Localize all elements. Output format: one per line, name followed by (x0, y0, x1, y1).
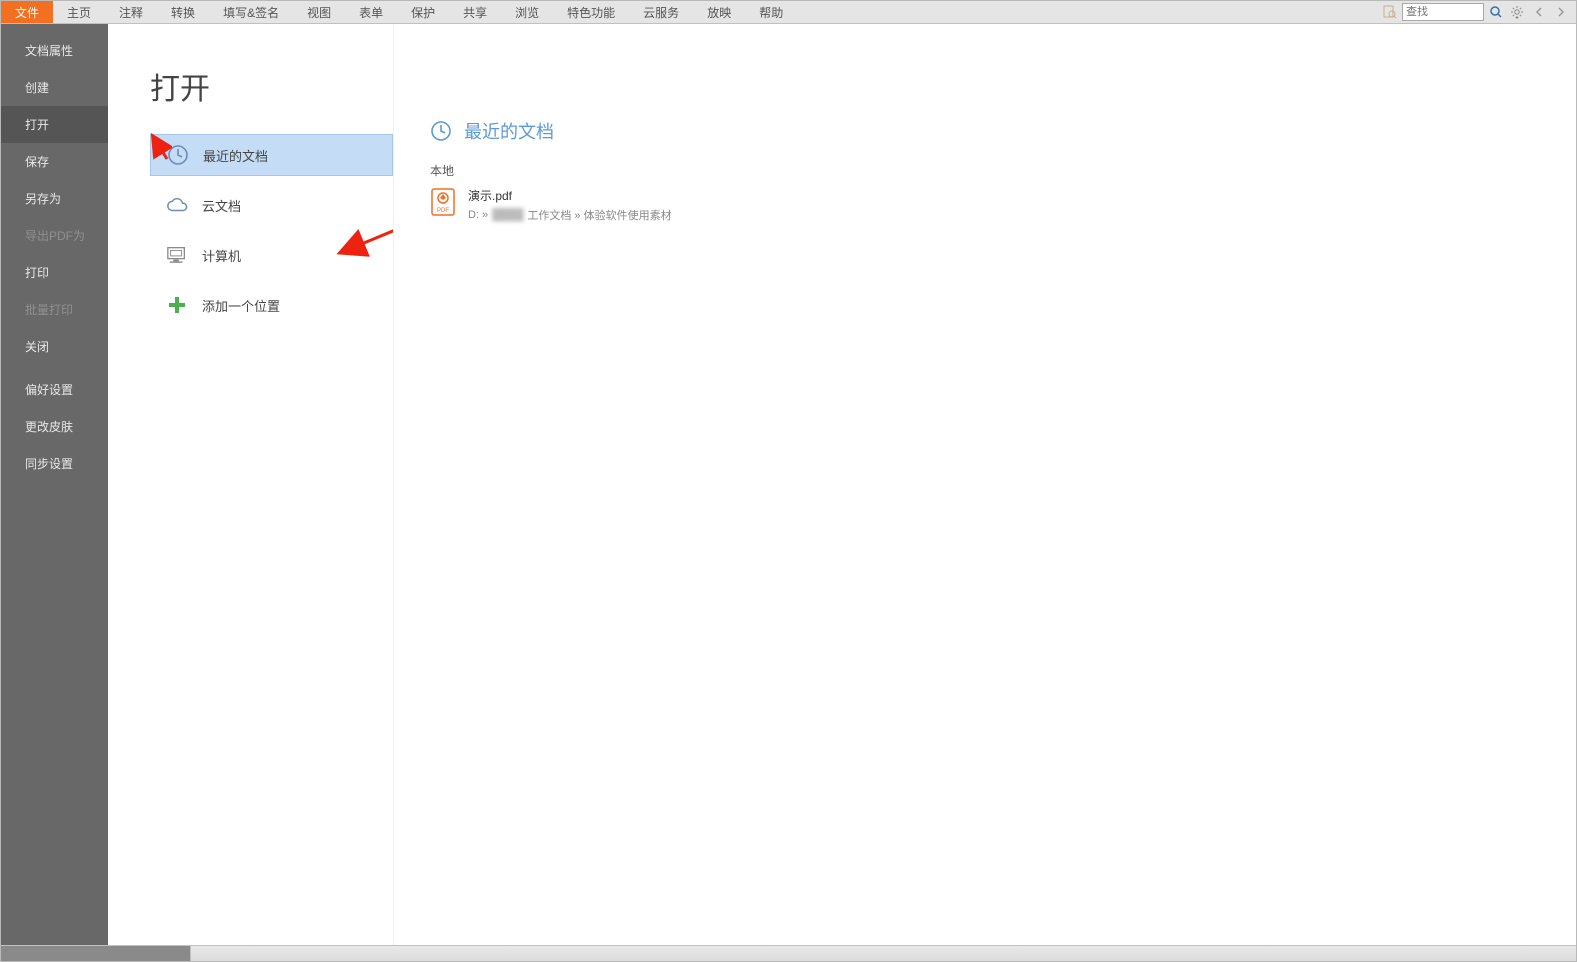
source-label: 添加一个位置 (202, 296, 280, 315)
source-label: 计算机 (202, 246, 241, 265)
menu-annotate[interactable]: 注释 (105, 1, 157, 23)
file-path: D: » ████ 工作文档 » 体验软件使用素材 (468, 207, 672, 223)
file-path-prefix: D: » (468, 209, 488, 221)
computer-icon (166, 244, 188, 266)
sidebar-print[interactable]: 打印 (1, 254, 108, 291)
source-label: 最近的文档 (203, 146, 268, 165)
open-panel: 打开 最近的文档 云文档 (108, 24, 393, 945)
menu-browse[interactable]: 浏览 (501, 1, 553, 23)
recent-file-row[interactable]: PDF 演示.pdf D: » ████ 工作文档 » 体验软件使用素材 (430, 187, 1576, 223)
source-cloud[interactable]: 云文档 (150, 184, 389, 226)
sidebar-saveas[interactable]: 另存为 (1, 180, 108, 217)
clock-icon (430, 120, 452, 142)
nav-next-icon[interactable] (1552, 3, 1570, 21)
menu-fillsign[interactable]: 填写&签名 (209, 1, 293, 23)
source-recent[interactable]: 最近的文档 (150, 134, 393, 176)
search-icon[interactable] (1488, 4, 1504, 20)
sidebar-open[interactable]: 打开 (1, 106, 108, 143)
sidebar-batchprint[interactable]: 批量打印 (1, 291, 108, 328)
sidebar-close[interactable]: 关闭 (1, 328, 108, 365)
recent-header: 最近的文档 (430, 118, 1576, 144)
clock-icon (167, 144, 189, 166)
file-path-redacted: ████ (492, 209, 523, 221)
sidebar-exportpdf[interactable]: 导出PDF为 (1, 217, 108, 254)
search-box[interactable] (1402, 3, 1484, 21)
source-list: 最近的文档 云文档 计算机 (108, 130, 393, 330)
sidebar-create[interactable]: 创建 (1, 69, 108, 106)
sidebar-save[interactable]: 保存 (1, 143, 108, 180)
menubar: 文件 主页 注释 转换 填写&签名 视图 表单 保护 共享 浏览 特色功能 云服… (1, 1, 1576, 24)
source-add-location[interactable]: 添加一个位置 (150, 284, 389, 326)
menu-help[interactable]: 帮助 (745, 1, 797, 23)
nav-prev-icon[interactable] (1530, 3, 1548, 21)
statusbar-left (1, 946, 191, 961)
sidebar-preferences[interactable]: 偏好设置 (1, 371, 108, 408)
menu-form[interactable]: 表单 (345, 1, 397, 23)
menu-play[interactable]: 放映 (693, 1, 745, 23)
recent-header-label: 最近的文档 (464, 118, 554, 144)
svg-text:PDF: PDF (437, 208, 449, 214)
file-path-suffix: 工作文档 » 体验软件使用素材 (527, 207, 671, 223)
menubar-right (1382, 1, 1576, 23)
cloud-icon (166, 194, 188, 216)
source-computer[interactable]: 计算机 (150, 234, 389, 276)
sidebar-skin[interactable]: 更改皮肤 (1, 408, 108, 445)
menu-feature[interactable]: 特色功能 (553, 1, 629, 23)
menu-convert[interactable]: 转换 (157, 1, 209, 23)
plus-icon (166, 294, 188, 316)
zoom-page-icon[interactable] (1382, 4, 1398, 20)
sidebar-properties[interactable]: 文档属性 (1, 32, 108, 69)
menu-view[interactable]: 视图 (293, 1, 345, 23)
app-root: 文件 主页 注释 转换 填写&签名 视图 表单 保护 共享 浏览 特色功能 云服… (0, 0, 1577, 962)
menu-share[interactable]: 共享 (449, 1, 501, 23)
content: 文档属性 创建 打开 保存 另存为 导出PDF为 打印 批量打印 关闭 偏好设置… (1, 24, 1576, 945)
source-label: 云文档 (202, 196, 241, 215)
gear-icon[interactable] (1508, 3, 1526, 21)
statusbar (1, 945, 1576, 961)
menu-cloud[interactable]: 云服务 (629, 1, 693, 23)
file-name: 演示.pdf (468, 187, 672, 204)
sidebar-sync[interactable]: 同步设置 (1, 445, 108, 482)
file-sidebar: 文档属性 创建 打开 保存 另存为 导出PDF为 打印 批量打印 关闭 偏好设置… (1, 24, 108, 945)
search-input[interactable] (1406, 6, 1468, 18)
menubar-tabs: 文件 主页 注释 转换 填写&签名 视图 表单 保护 共享 浏览 特色功能 云服… (1, 1, 1382, 23)
open-title: 打开 (108, 64, 393, 130)
menu-protect[interactable]: 保护 (397, 1, 449, 23)
pdf-file-icon: PDF (430, 187, 456, 217)
file-meta: 演示.pdf D: » ████ 工作文档 » 体验软件使用素材 (468, 187, 672, 223)
menu-home[interactable]: 主页 (53, 1, 105, 23)
section-local-label: 本地 (430, 162, 1576, 179)
menu-file[interactable]: 文件 (1, 1, 53, 23)
recent-pane: 最近的文档 本地 PDF 演示.pdf D: » ████ 工作文档 » 体验软… (393, 24, 1576, 945)
